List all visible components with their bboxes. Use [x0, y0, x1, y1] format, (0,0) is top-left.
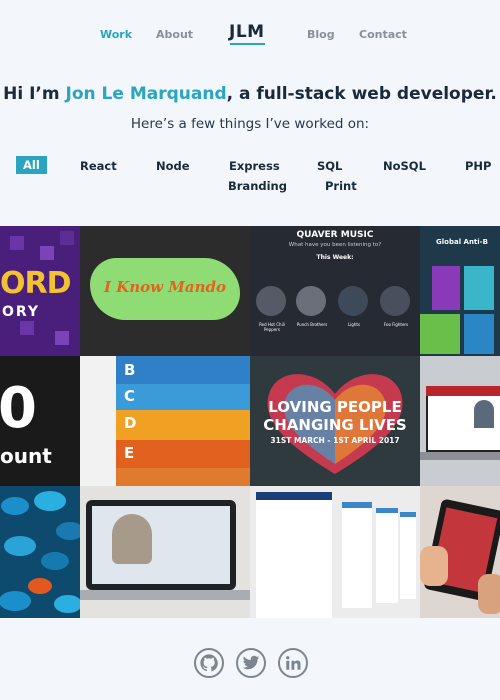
nav-work-link[interactable]: Work [100, 28, 132, 41]
mando-logo-text: I Know Mando [103, 278, 227, 296]
project-tile-laptop-profile[interactable] [420, 356, 500, 486]
alphabet-band-b [116, 356, 250, 384]
alphabet-band-c [116, 384, 250, 410]
global-block-4 [464, 314, 494, 354]
project-tile-alphabet[interactable]: B C D E [80, 356, 250, 486]
project-tile-count[interactable]: 0 ount [0, 356, 80, 486]
hero-subtitle: Here’s a few things I’ve worked on: [130, 116, 370, 132]
quaver-avatar-1 [256, 286, 286, 316]
alphabet-band-e [116, 440, 250, 468]
project-tile-quaver[interactable]: QUAVER MUSIC What have you been listenin… [250, 226, 420, 356]
global-block-3 [420, 314, 460, 354]
filter-react[interactable]: React [80, 159, 117, 173]
hero-prefix: Hi I’m [3, 84, 66, 104]
ord-small-text: ORY [2, 304, 41, 320]
project-tile-mando[interactable]: I Know Mando [80, 226, 250, 356]
project-tile-exhibition[interactable] [250, 486, 420, 618]
linkedin-link[interactable] [278, 648, 308, 678]
hero-suffix: , a full-stack web developer. [226, 84, 497, 104]
laptop-header-bar [426, 386, 500, 396]
project-tile-butterflies[interactable] [0, 486, 80, 618]
filter-express[interactable]: Express [229, 159, 280, 173]
quaver-band-4: Foo Fighters [383, 322, 409, 327]
github-link[interactable] [194, 648, 224, 678]
quaver-avatar-4 [380, 286, 410, 316]
butterflies-graphic [0, 491, 80, 613]
project-tile-laptop-portrait[interactable] [80, 486, 250, 618]
alphabet-letter-e: E [124, 444, 135, 462]
alphabet-letter-c: C [124, 387, 136, 405]
portfolio-grid: ORD ORY I Know Mando QUAVER MUSIC What h… [0, 226, 500, 618]
quaver-week: This Week: [316, 254, 354, 261]
alphabet-letter-b: B [124, 361, 136, 379]
filter-php[interactable]: PHP [465, 159, 491, 173]
nav-contact-link[interactable]: Contact [359, 28, 407, 41]
filter-nosql[interactable]: NoSQL [383, 159, 426, 173]
project-tile-ord[interactable]: ORD ORY [0, 226, 80, 356]
alphabet-letter-d: D [124, 414, 137, 432]
exhibition-board-2 [342, 502, 372, 608]
exhibition-board-3 [376, 508, 398, 603]
nav-blog-link[interactable]: Blog [307, 28, 335, 41]
loving-line1: LOVING PEOPLE [268, 398, 402, 416]
laptop-base [420, 452, 500, 460]
hand-right [478, 574, 500, 614]
filter-branding[interactable]: Branding [228, 179, 287, 193]
quaver-subtitle: What have you been listening to? [288, 242, 382, 248]
laptop-keyboard [80, 590, 250, 600]
project-tile-loving-people[interactable]: LOVING PEOPLE CHANGING LIVES 31ST MARCH … [250, 356, 420, 486]
exhibition-board-1 [256, 492, 332, 618]
profile-person [474, 400, 494, 428]
global-title: Global Anti-B [436, 238, 488, 246]
quaver-title: QUAVER MUSIC [296, 230, 374, 240]
loving-date: 31ST MARCH - 1ST APRIL 2017 [270, 436, 400, 445]
loving-line2: CHANGING LIVES [263, 416, 407, 434]
twitter-icon [242, 655, 260, 670]
linkedin-icon [286, 656, 301, 670]
count-small-text: ount [0, 444, 52, 468]
hand-left [420, 546, 448, 586]
ord-big-text: ORD [0, 266, 72, 301]
quaver-avatar-3 [338, 286, 368, 316]
quaver-avatar-2 [296, 286, 326, 316]
github-icon [200, 654, 218, 672]
project-tile-tablet[interactable] [420, 486, 500, 618]
quaver-band-1: Red Hot Chili Peppers [259, 322, 285, 332]
alphabet-band-f [116, 468, 250, 486]
twitter-link[interactable] [236, 648, 266, 678]
hero-name: Jon Le Marquand [65, 84, 227, 104]
filter-all[interactable]: All [16, 156, 47, 174]
filter-print[interactable]: Print [325, 179, 357, 193]
alphabet-sidebar [80, 356, 116, 486]
top-nav: Work About JLM Blog Contact [0, 0, 500, 70]
nav-about-link[interactable]: About [156, 28, 193, 41]
quaver-band-2: Punch Brothers [296, 322, 328, 327]
logo-underline [230, 43, 265, 45]
count-big-text: 0 [0, 376, 37, 441]
global-block-1 [432, 266, 460, 310]
exhibition-board-4 [400, 512, 416, 599]
quaver-band-3: Lights [347, 322, 361, 327]
hero-heading: Hi I’m Jon Le Marquand, a full-stack web… [0, 84, 500, 104]
site-logo[interactable]: JLM [229, 22, 265, 42]
global-block-2 [464, 266, 494, 310]
project-tile-global[interactable]: Global Anti-B [420, 226, 500, 356]
filter-node[interactable]: Node [156, 159, 190, 173]
portrait-person [112, 514, 152, 564]
filter-sql[interactable]: SQL [317, 159, 342, 173]
